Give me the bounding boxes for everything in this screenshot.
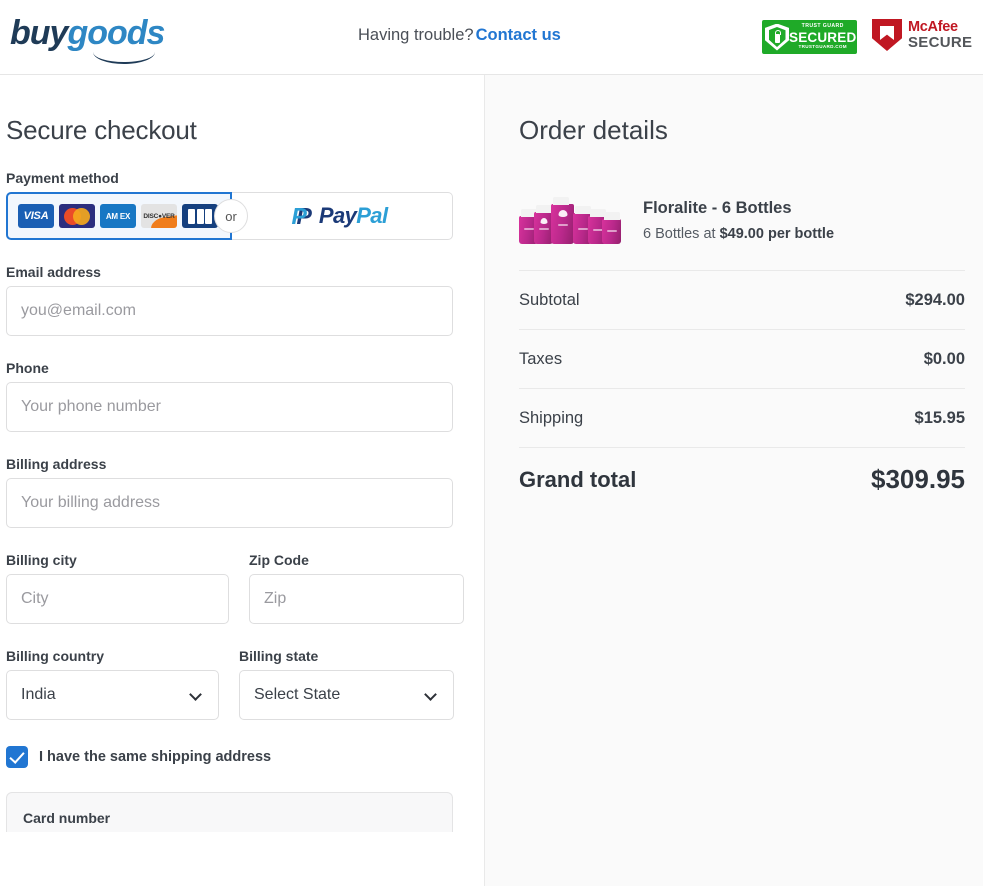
product-name: Floralite - 6 Bottles — [643, 198, 792, 217]
page-title: Secure checkout — [6, 115, 197, 145]
zip-code-group: Zip Code — [249, 552, 464, 624]
taxes-label: Taxes — [519, 349, 563, 368]
subtotal-value: $294.00 — [905, 290, 965, 309]
amex-icon: AM EX — [100, 204, 136, 228]
checkout-form-panel: Secure checkout Payment method VISA AM E… — [0, 75, 484, 886]
summary-row-taxes: Taxes $0.00 — [519, 329, 965, 388]
shipping-label: Shipping — [519, 408, 584, 427]
help-text-container: Having trouble? Contact us — [358, 26, 561, 45]
logo-text-buy: buy — [10, 14, 68, 52]
taxes-value: $0.00 — [923, 349, 965, 368]
contact-us-link[interactable]: Contact us — [476, 26, 561, 44]
billing-address-group: Billing address — [6, 456, 478, 528]
zip-code-input[interactable] — [249, 574, 464, 624]
discover-icon: DISC●VER — [141, 204, 177, 228]
paypal-logo: PP PayPal — [291, 202, 389, 229]
grand-total-value: $309.95 — [871, 464, 965, 494]
billing-city-input[interactable] — [6, 574, 229, 624]
billing-address-input[interactable] — [6, 478, 453, 528]
visa-icon: VISA — [18, 204, 54, 228]
email-group: Email address — [6, 264, 478, 336]
zip-code-label: Zip Code — [249, 552, 309, 568]
mcafee-secure-badge[interactable]: McAfee SECURE — [872, 19, 972, 51]
logo-swoosh-icon — [93, 52, 155, 64]
mcafee-shield-icon — [872, 19, 902, 51]
same-shipping-label: I have the same shipping address — [39, 749, 272, 765]
payment-method-group: Payment method VISA AM EX DISC●VER or PP… — [6, 170, 478, 240]
billing-state-select[interactable]: Select State — [239, 670, 454, 720]
payment-method-label: Payment method — [6, 170, 119, 186]
mcafee-secure-text: SECURE — [908, 34, 973, 52]
card-details-panel: Card number — [6, 792, 453, 832]
city-zip-row: Billing city Zip Code — [6, 552, 478, 624]
trust-guard-url-text: TRUSTGUARD.COM — [798, 44, 847, 50]
order-details-panel: Order details Floralite - 6 Bottles 6 Bo… — [484, 75, 983, 886]
grand-total-label: Grand total — [519, 466, 637, 492]
page-content: Secure checkout Payment method VISA AM E… — [0, 75, 983, 886]
billing-country-group: Billing country India — [6, 648, 219, 720]
email-input[interactable] — [6, 286, 453, 336]
shipping-value: $15.95 — [914, 408, 965, 427]
product-qty-text: 6 Bottles at — [643, 225, 720, 242]
shield-lock-icon — [765, 23, 789, 51]
paypal-text-pal: Pal — [356, 203, 388, 228]
logo-text-goods: goods — [67, 14, 165, 52]
product-image — [519, 196, 621, 244]
billing-address-label: Billing address — [6, 456, 107, 472]
payment-method-options: VISA AM EX DISC●VER or PP PayPal — [6, 192, 453, 240]
summary-row-subtotal: Subtotal $294.00 — [519, 270, 965, 329]
product-meta: 6 Bottles at $49.00 per bottle — [643, 226, 834, 242]
billing-state-label: Billing state — [239, 648, 319, 664]
help-label: Having trouble? — [358, 26, 474, 44]
or-separator: or — [214, 199, 248, 233]
billing-city-group: Billing city — [6, 552, 229, 624]
chevron-down-icon — [189, 688, 202, 701]
summary-row-shipping: Shipping $15.95 — [519, 388, 965, 447]
paypal-mark-icon: PP — [291, 202, 312, 229]
mastercard-icon — [59, 204, 95, 228]
order-details-title: Order details — [519, 115, 668, 145]
billing-city-label: Billing city — [6, 552, 77, 568]
chevron-down-icon — [424, 688, 437, 701]
email-label: Email address — [6, 264, 101, 280]
jcb-icon — [182, 204, 218, 228]
billing-country-label: Billing country — [6, 648, 104, 664]
order-product-row: Floralite - 6 Bottles 6 Bottles at $49.0… — [519, 196, 965, 270]
same-shipping-row: I have the same shipping address — [6, 746, 478, 768]
phone-label: Phone — [6, 360, 49, 376]
product-info: Floralite - 6 Bottles 6 Bottles at $49.0… — [643, 199, 834, 242]
buygoods-logo[interactable]: buygoods — [10, 14, 165, 64]
trust-guard-main-text: SECURED — [789, 29, 857, 45]
summary-row-grand-total: Grand total $309.95 — [519, 447, 965, 511]
same-shipping-checkbox[interactable] — [6, 746, 28, 768]
billing-country-value: India — [21, 686, 56, 703]
trust-guard-secured-badge[interactable]: TRUST GUARD SECURED TRUSTGUARD.COM — [762, 20, 857, 54]
billing-state-group: Billing state Select State — [239, 648, 454, 720]
billing-state-value: Select State — [254, 686, 341, 703]
payment-option-paypal[interactable]: PP PayPal — [232, 192, 453, 240]
card-number-label: Card number — [23, 810, 111, 826]
product-unit-price: $49.00 per bottle — [719, 225, 835, 242]
paypal-text-pay: Pay — [318, 203, 357, 228]
phone-input[interactable] — [6, 382, 453, 432]
site-header: buygoods Having trouble? Contact us TRUST… — [0, 0, 983, 75]
trust-guard-top-text: TRUST GUARD — [801, 23, 844, 30]
country-state-row: Billing country India Billing state Sele… — [6, 648, 478, 720]
billing-country-select[interactable]: India — [6, 670, 219, 720]
subtotal-label: Subtotal — [519, 290, 580, 309]
payment-option-card[interactable]: VISA AM EX DISC●VER — [6, 192, 232, 240]
mcafee-brand-text: McAfee — [908, 18, 958, 35]
phone-group: Phone — [6, 360, 478, 432]
